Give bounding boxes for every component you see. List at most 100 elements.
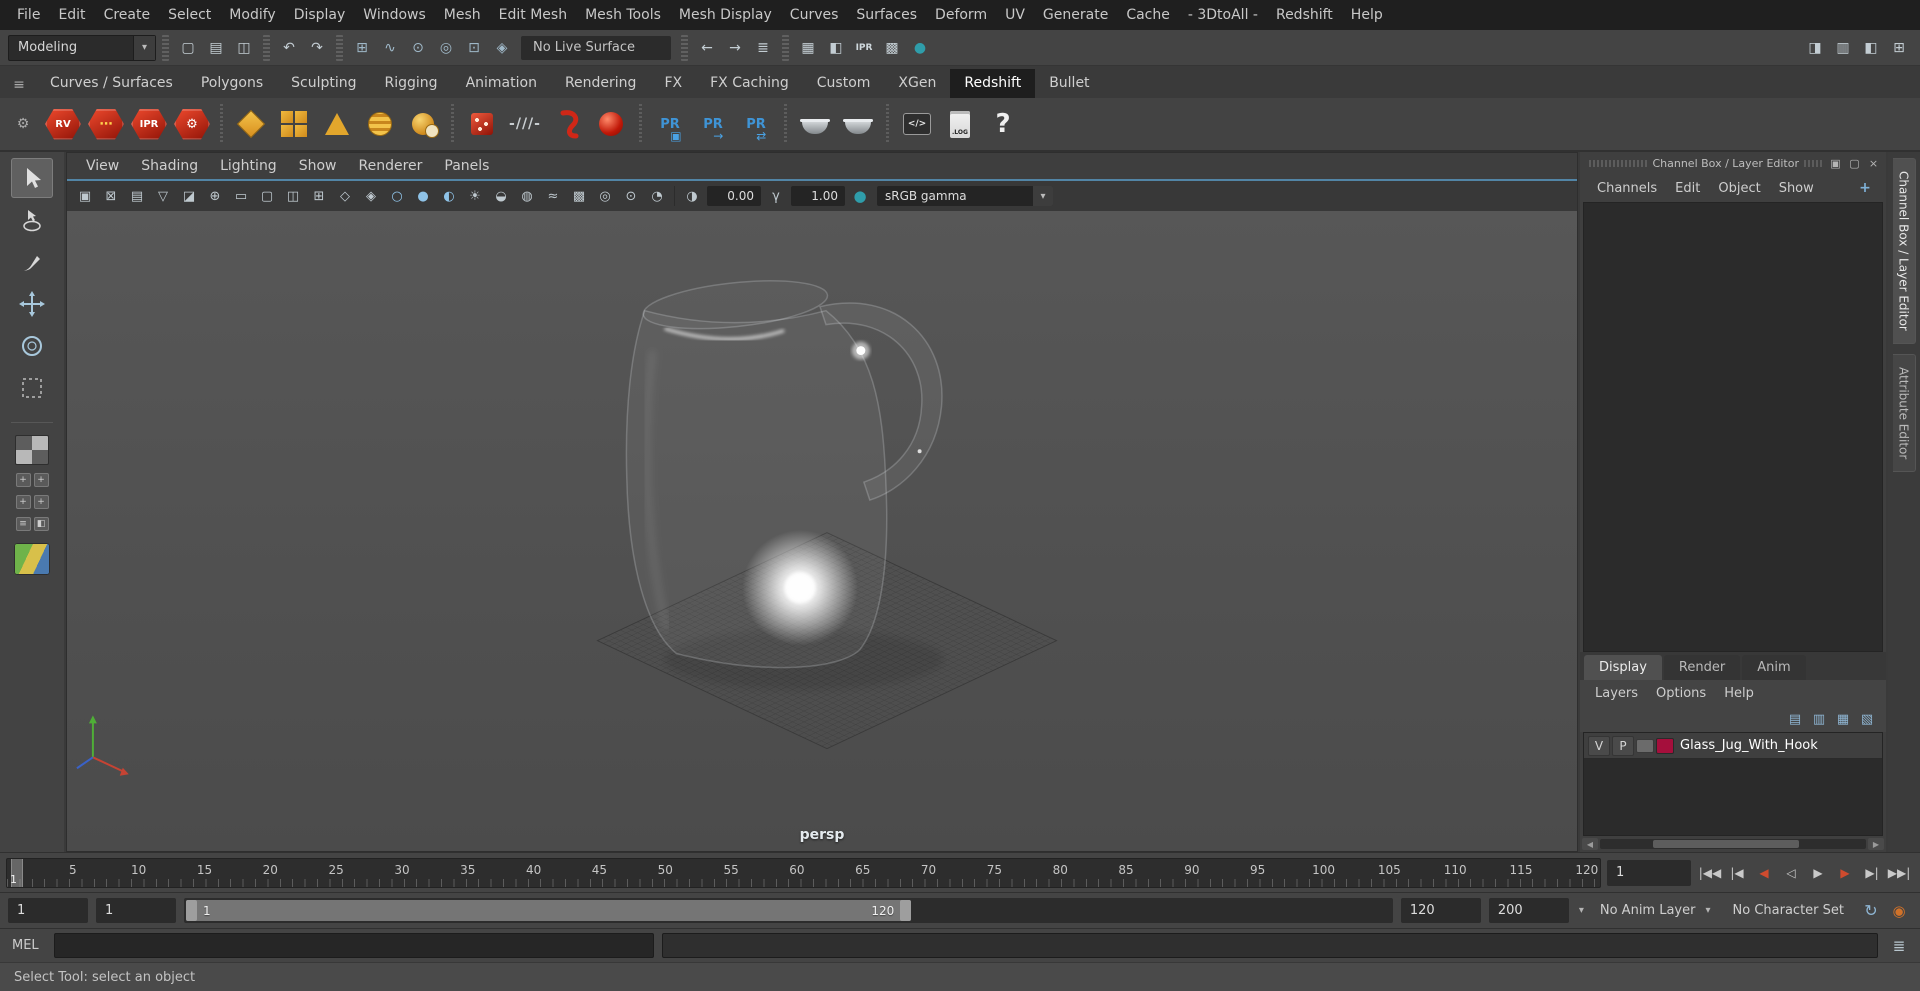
menubar-item[interactable]: Edit Mesh xyxy=(490,2,576,28)
panel-menu-item[interactable]: Renderer xyxy=(347,155,433,177)
character-set-select[interactable]: No Character Set xyxy=(1727,898,1850,923)
pr-sync-icon[interactable]: PR ⇄ xyxy=(736,102,776,146)
safe-action-icon[interactable]: ◇ xyxy=(333,184,357,208)
layer-display-type-box[interactable] xyxy=(1636,738,1654,753)
sidebar-channelbox-toggle-icon[interactable]: ◨ xyxy=(1802,35,1828,61)
channel-box-menu-item[interactable]: Channels xyxy=(1588,177,1666,200)
toolbar-grip[interactable] xyxy=(681,34,688,61)
layer-editor-menu-item[interactable]: Options xyxy=(1647,682,1715,705)
step-back-frame-button[interactable]: |◀ xyxy=(1724,860,1750,886)
live-surface-field[interactable]: No Live Surface xyxy=(521,35,671,60)
menubar-item[interactable]: Windows xyxy=(354,2,435,28)
log-file-icon[interactable]: .LOG xyxy=(940,102,980,146)
dock-panel-icon[interactable]: ▣ xyxy=(1827,155,1844,172)
menubar-item[interactable]: Modify xyxy=(220,2,284,28)
smooth-shade-icon[interactable]: ● xyxy=(411,184,435,208)
paint-selection-tool[interactable] xyxy=(11,242,53,282)
layer-playback-toggle[interactable]: P xyxy=(1612,735,1634,756)
scrollbar-thumb[interactable] xyxy=(1653,840,1800,848)
open-render-view-icon[interactable]: ▦ xyxy=(795,35,821,61)
gamma-icon[interactable]: γ xyxy=(764,184,788,208)
menubar-item[interactable]: Help xyxy=(1342,2,1392,28)
shelf-tab[interactable]: Sculpting xyxy=(277,69,370,98)
undo-icon[interactable]: ↶ xyxy=(276,35,302,61)
film-gate-icon[interactable]: ▭ xyxy=(229,184,253,208)
shelf-tab[interactable]: Bullet xyxy=(1035,69,1103,98)
menubar-item[interactable]: Create xyxy=(95,2,160,28)
sidebar-tool-settings-toggle-icon[interactable]: ◧ xyxy=(1858,35,1884,61)
render-settings-icon[interactable]: ▩ xyxy=(879,35,905,61)
layer-row[interactable]: V P Glass_Jug_With_Hook xyxy=(1584,733,1882,759)
last-tool-used[interactable] xyxy=(11,368,53,408)
scroll-right-icon[interactable]: ▶ xyxy=(1868,838,1884,850)
viewport-canvas[interactable]: persp xyxy=(67,211,1577,851)
menubar-item[interactable]: Deform xyxy=(926,2,996,28)
shelf-menu-icon[interactable]: ≡ xyxy=(2,72,36,98)
sphere-with-moon-icon[interactable] xyxy=(403,102,443,146)
animation-start-field[interactable]: 1 xyxy=(8,898,88,923)
anim-layer-select[interactable]: No Anim Layer ▾ xyxy=(1594,898,1719,923)
layer-editor-tab[interactable]: Display xyxy=(1584,655,1662,680)
menubar-item[interactable]: UV xyxy=(996,2,1034,28)
input-connections-icon[interactable]: ← xyxy=(694,35,720,61)
layout-persp-graph-icon[interactable]: ◧ xyxy=(33,517,49,531)
view-transform-select[interactable]: sRGB gamma ▾ xyxy=(877,186,1053,206)
lighting-icon[interactable]: ☀ xyxy=(463,184,487,208)
textured-icon[interactable]: ◐ xyxy=(437,184,461,208)
step-back-key-button[interactable]: ◀ xyxy=(1751,860,1777,886)
snap-to-curve-icon[interactable]: ∿ xyxy=(377,35,403,61)
menubar-item[interactable]: Select xyxy=(159,2,220,28)
sidebar-attribute-editor-toggle-icon[interactable]: ▥ xyxy=(1830,35,1856,61)
command-language-label[interactable]: MEL xyxy=(8,938,46,953)
go-to-end-button[interactable]: ▶▶| xyxy=(1886,860,1912,886)
current-layout-icon[interactable] xyxy=(14,543,50,575)
current-frame-field[interactable]: 1 xyxy=(1607,859,1691,886)
workspace-layout-icon[interactable]: ⊞ xyxy=(1886,35,1912,61)
layer-editor-tab[interactable]: Anim xyxy=(1742,655,1806,680)
shelf-tab[interactable]: FX Caching xyxy=(696,69,803,98)
panel-grip[interactable] xyxy=(1804,159,1822,167)
snap-to-projected-center-icon[interactable]: ◎ xyxy=(433,35,459,61)
redshift-ipr-icon[interactable]: IPR xyxy=(129,102,169,146)
layer-editor-tab[interactable]: Render xyxy=(1663,655,1741,680)
wireframe-icon[interactable]: ○ xyxy=(385,184,409,208)
new-render-layer-icon[interactable]: ▦ xyxy=(1832,708,1854,730)
redshift-render-settings-icon[interactable]: ⚙ xyxy=(172,102,212,146)
panel-menu-item[interactable]: Lighting xyxy=(209,155,288,177)
resolution-gate-icon[interactable]: ▢ xyxy=(255,184,279,208)
redshift-render-options-icon[interactable]: ⋯ xyxy=(86,102,126,146)
shelf-tab[interactable]: Curves / Surfaces xyxy=(36,69,187,98)
move-tool[interactable] xyxy=(11,284,53,324)
color-management-icon[interactable]: ● xyxy=(848,184,872,208)
exposure-field[interactable]: 0.00 xyxy=(707,186,761,206)
toolbar-grip[interactable] xyxy=(263,34,270,61)
redshift-render-view-icon[interactable]: RV xyxy=(43,102,83,146)
channel-box-menu-item[interactable]: Object xyxy=(1709,177,1769,200)
lasso-select-tool[interactable] xyxy=(11,200,53,240)
safe-title-icon[interactable]: ◈ xyxy=(359,184,383,208)
panel-menu-item[interactable]: Panels xyxy=(433,155,500,177)
xray-icon[interactable]: ◔ xyxy=(645,184,669,208)
select-camera-icon[interactable]: ▣ xyxy=(73,184,97,208)
layer-options-icon[interactable]: ▧ xyxy=(1856,708,1878,730)
two-d-pan-zoom-icon[interactable]: ⊕ xyxy=(203,184,227,208)
step-forward-key-button[interactable]: ▶ xyxy=(1832,860,1858,886)
menubar-item[interactable]: Surfaces xyxy=(847,2,926,28)
pr-proxy-icon[interactable]: PR ▣ xyxy=(650,102,690,146)
play-forwards-button[interactable]: ▶ xyxy=(1805,860,1831,886)
isolate-select-icon[interactable]: ⊙ xyxy=(619,184,643,208)
layout-two-pane-icon[interactable]: + xyxy=(15,495,31,509)
image-plane-icon[interactable]: ◪ xyxy=(177,184,201,208)
sidebar-tab-channel-box[interactable]: Channel Box / Layer Editor xyxy=(1892,158,1916,344)
open-scene-icon[interactable]: ▤ xyxy=(203,35,229,61)
redo-icon[interactable]: ↷ xyxy=(304,35,330,61)
layer-color-swatch[interactable] xyxy=(1656,737,1674,754)
layer-editor-menu-item[interactable]: Layers xyxy=(1586,682,1647,705)
new-scene-icon[interactable]: ▢ xyxy=(175,35,201,61)
step-forward-frame-button[interactable]: ▶| xyxy=(1859,860,1885,886)
render-current-frame-icon[interactable]: ◧ xyxy=(823,35,849,61)
shelf-tab[interactable]: Rendering xyxy=(551,69,651,98)
panel-menu-item[interactable]: View xyxy=(75,155,130,177)
timeline-ruler[interactable]: 5 10 15 20 25 30 35 40 45 50 55 60 65 70 75 80 85 90 95 100… xyxy=(6,857,1601,888)
make-object-live-icon[interactable]: ◈ xyxy=(489,35,515,61)
